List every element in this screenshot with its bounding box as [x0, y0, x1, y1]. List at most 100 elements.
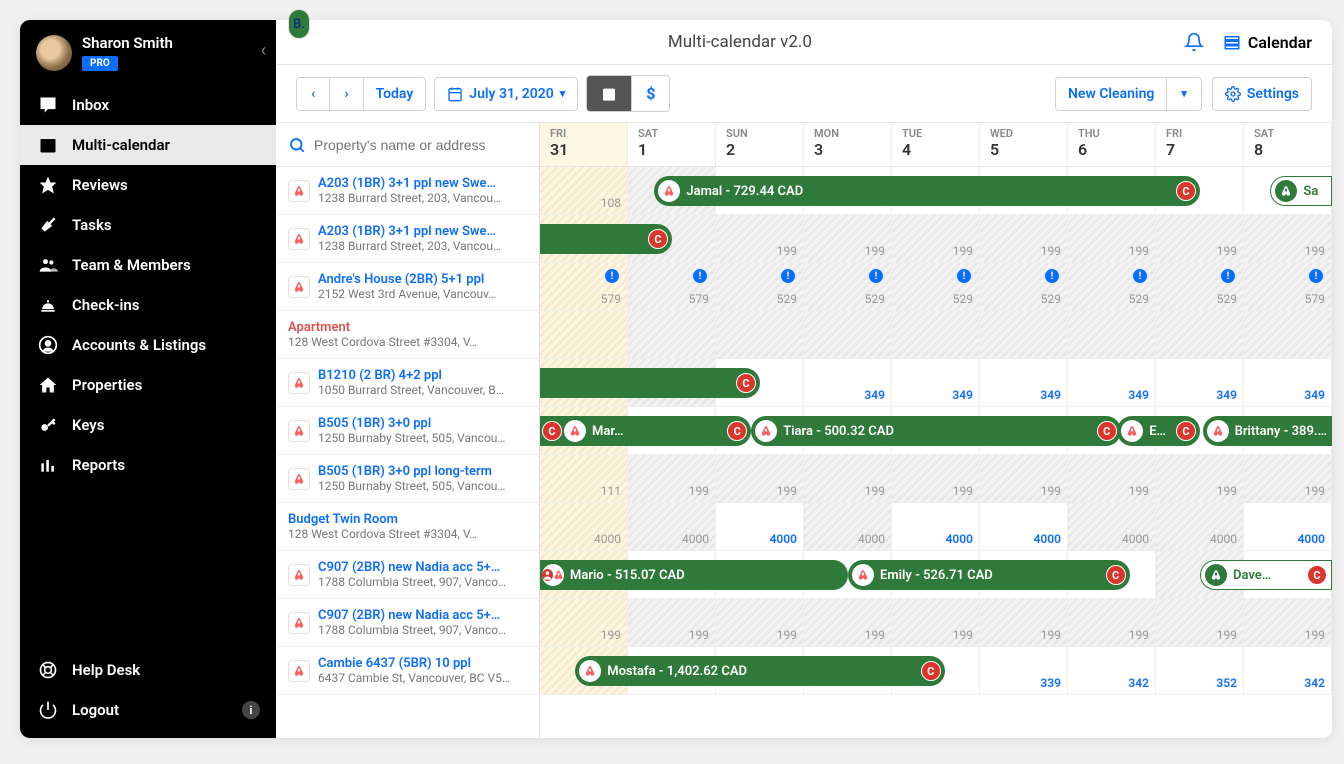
nav-item-accounts-listings[interactable]: Accounts & Listings [20, 325, 276, 365]
booking-bar[interactable]: C [540, 224, 672, 254]
calendar-cell[interactable]: 199 [1068, 215, 1156, 262]
property-row[interactable]: B1210 (2 BR) 4+2 ppl 1050 Burrard Street… [276, 359, 539, 407]
calendar-cell[interactable]: 199 [804, 599, 892, 646]
calendar-cell[interactable]: 199 [892, 215, 980, 262]
nav-item-reviews[interactable]: Reviews [20, 165, 276, 205]
property-row[interactable]: Cambie 6437 (5BR) 10 ppl 6437 Cambie St,… [276, 647, 539, 695]
calendar-cell[interactable]: 4000 [804, 503, 892, 550]
calendar-cell[interactable]: 108 [540, 167, 628, 214]
property-row[interactable]: A203 (1BR) 3+1 ppl new Swe… 1238 Burrard… [276, 167, 539, 215]
new-cleaning-button[interactable]: New Cleaning [1056, 78, 1166, 110]
info-icon[interactable]: i [242, 701, 260, 719]
nav-item-help-desk[interactable]: Help Desk [20, 650, 276, 690]
day-header[interactable]: FRI31 [540, 123, 628, 166]
calendar-cell[interactable] [892, 311, 980, 358]
calendar-cell[interactable] [628, 311, 716, 358]
booking-bar[interactable]: Sa [1270, 176, 1332, 206]
calendar-cell[interactable]: 199 [1068, 455, 1156, 502]
calendar-cell[interactable]: 4000 [1068, 503, 1156, 550]
calendar-view-button[interactable] [587, 76, 631, 111]
day-header[interactable]: TUE4 [892, 123, 980, 166]
calendar-cell[interactable]: 4000 [980, 503, 1068, 550]
calendar-cell[interactable]: 349 [804, 359, 892, 406]
date-picker[interactable]: July 31, 2020 ▾ [435, 78, 577, 110]
user-profile[interactable]: Sharon Smith PRO ‹ [20, 20, 276, 85]
booking-bar[interactable]: Tiara - 500.32 CADC [751, 416, 1121, 446]
calendar-cell[interactable]: 199 [1156, 455, 1244, 502]
calendar-cell[interactable]: !529 [980, 263, 1068, 310]
calendar-cell[interactable]: 349 [980, 359, 1068, 406]
calendar-cell[interactable] [1068, 311, 1156, 358]
booking-bar[interactable]: CMar…C [540, 416, 751, 446]
booking-bar[interactable]: Emily - 526.71 CADC [848, 560, 1130, 590]
sidebar-collapse-button[interactable]: ‹ [261, 40, 266, 61]
property-row[interactable]: Andre's House (2BR) 5+1 ppl 2152 West 3r… [276, 263, 539, 311]
calendar-cell[interactable]: !529 [716, 263, 804, 310]
calendar-cell[interactable]: 199 [716, 599, 804, 646]
calendar-cell[interactable]: 111 [540, 455, 628, 502]
booking-bar[interactable]: Mario - 515.07 CAD [540, 560, 848, 590]
calendar-cell[interactable]: 342 [1244, 647, 1332, 694]
calendar-cell[interactable]: 349 [1244, 359, 1332, 406]
day-header[interactable]: SAT1 [628, 123, 716, 166]
property-row[interactable]: C907 (2BR) new Nadia acc 5+… 1788 Columb… [276, 599, 539, 647]
property-row[interactable]: B505 (1BR) 3+0 ppl 1250 Burnaby Street, … [276, 407, 539, 455]
calendar-cell[interactable] [804, 311, 892, 358]
calendar-cell[interactable]: 199 [628, 455, 716, 502]
booking-bar[interactable]: Mostafa - 1,402.62 CADC [575, 656, 945, 686]
calendar-cell[interactable]: 199 [1156, 215, 1244, 262]
calendar-cell[interactable]: 199 [628, 599, 716, 646]
nav-item-check-ins[interactable]: Check-ins [20, 285, 276, 325]
calendar-link[interactable]: Calendar [1222, 33, 1312, 52]
calendar-cell[interactable] [980, 311, 1068, 358]
calendar-cell[interactable]: !529 [1068, 263, 1156, 310]
calendar-cell[interactable]: 199 [892, 599, 980, 646]
calendar-cell[interactable]: 339 [980, 647, 1068, 694]
calendar-cell[interactable]: 4000 [892, 503, 980, 550]
calendar-cell[interactable]: 199 [892, 455, 980, 502]
settings-button[interactable]: Settings [1212, 77, 1312, 111]
property-search[interactable] [276, 123, 539, 167]
day-header[interactable]: SAT8 [1244, 123, 1332, 166]
calendar-cell[interactable]: !579 [1244, 263, 1332, 310]
calendar-cell[interactable]: 199 [540, 599, 628, 646]
booking-bar[interactable]: C [540, 368, 760, 398]
calendar-cell[interactable] [1244, 311, 1332, 358]
calendar-cell[interactable]: !579 [628, 263, 716, 310]
booking-bar[interactable]: Jamal - 729.44 CADC [654, 176, 1200, 206]
search-input[interactable] [314, 137, 527, 153]
booking-bar[interactable]: Dave…C [1200, 560, 1332, 590]
calendar-cell[interactable]: 349 [1068, 359, 1156, 406]
calendar-cell[interactable]: 199 [1244, 215, 1332, 262]
calendar-cell[interactable]: 349 [1156, 359, 1244, 406]
property-row[interactable]: B. Budget Twin Room 128 West Cordova Str… [276, 503, 539, 551]
calendar-cell[interactable]: 199 [716, 455, 804, 502]
day-header[interactable]: SUN2 [716, 123, 804, 166]
nav-item-tasks[interactable]: Tasks [20, 205, 276, 245]
day-header[interactable]: MON3 [804, 123, 892, 166]
calendar-cell[interactable]: 4000 [540, 503, 628, 550]
calendar-cell[interactable]: 4000 [716, 503, 804, 550]
today-button[interactable]: Today [363, 78, 426, 110]
notifications-button[interactable] [1184, 32, 1204, 52]
calendar-cell[interactable]: 199 [980, 599, 1068, 646]
calendar-cell[interactable]: 199 [1244, 455, 1332, 502]
day-header[interactable]: THU6 [1068, 123, 1156, 166]
nav-item-reports[interactable]: Reports [20, 445, 276, 485]
calendar-cell[interactable] [716, 311, 804, 358]
nav-item-properties[interactable]: Properties [20, 365, 276, 405]
next-button[interactable]: › [329, 78, 362, 110]
nav-item-inbox[interactable]: Inbox [20, 85, 276, 125]
calendar-cell[interactable]: 199 [980, 215, 1068, 262]
day-header[interactable]: FRI7 [1156, 123, 1244, 166]
booking-bar[interactable]: Brittany - 389.46 [1203, 416, 1332, 446]
calendar-cell[interactable]: 4000 [1156, 503, 1244, 550]
calendar-cell[interactable]: 199 [716, 215, 804, 262]
calendar-cell[interactable]: 199 [1068, 599, 1156, 646]
calendar-cell[interactable]: 4000 [628, 503, 716, 550]
prev-button[interactable]: ‹ [297, 78, 329, 110]
booking-bar[interactable]: Evan …C [1117, 416, 1200, 446]
calendar-cell[interactable]: !529 [892, 263, 980, 310]
calendar-cell[interactable]: 199 [804, 215, 892, 262]
day-header[interactable]: WED5 [980, 123, 1068, 166]
